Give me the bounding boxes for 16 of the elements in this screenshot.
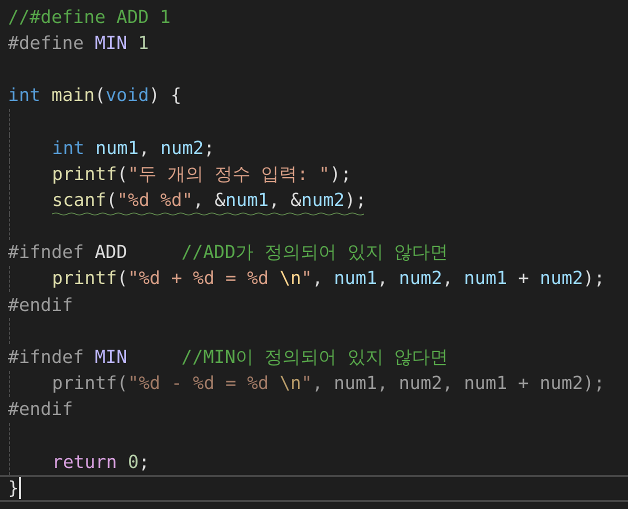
code-editor[interactable] xyxy=(0,0,628,509)
code-line: #define MIN 1 xyxy=(8,32,149,56)
code-line: printf("%d - %d = %d \n", num1, num2, num1 + num2); xyxy=(52,372,605,396)
code-line: #ifndef ADD //ADD가 정의되어 있지 않다면 xyxy=(8,241,448,266)
code-line: #endif xyxy=(8,398,74,422)
code-line: int num1, num2; xyxy=(52,136,215,161)
code-line: #endif xyxy=(8,294,74,318)
code-line: //#define ADD 1 xyxy=(8,6,171,30)
code-line: int main(void) { xyxy=(8,84,182,108)
code-line: scanf("%d %d", &num1, &num2); xyxy=(52,188,366,213)
code-line: #ifndef MIN //MIN이 정의되어 있지 않다면 xyxy=(8,346,448,370)
code-line: printf("%d + %d = %d \n", num1, num2, num1 + num2); xyxy=(52,267,605,292)
code-line: printf("두 개의 정수 입력: "); xyxy=(52,162,352,187)
code-line: } xyxy=(8,476,19,501)
text-cursor xyxy=(18,477,21,500)
code-line: return 0; xyxy=(52,450,150,475)
